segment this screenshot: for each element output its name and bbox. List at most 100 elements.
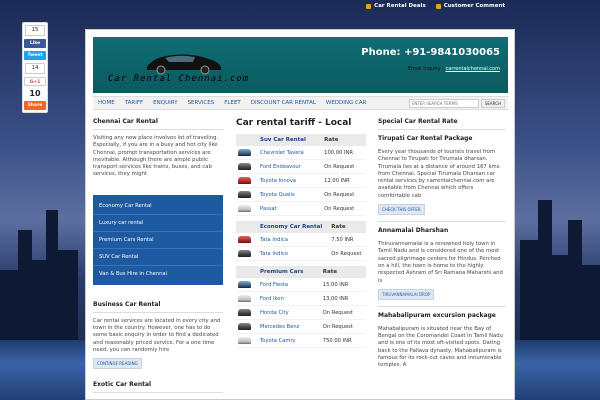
search-button[interactable]: SEARCH [480, 98, 505, 108]
car-rental-deals-link[interactable]: Car Rental Deals [366, 3, 426, 9]
nav-enquiry[interactable]: ENQUIRY [148, 100, 182, 106]
share-count: 10 [29, 89, 41, 98]
premium-table-header: Premium Cars [258, 266, 321, 278]
google-plus-button[interactable]: G+1 [24, 77, 46, 86]
car-thumbnail [238, 250, 251, 257]
mahabalipuram-package-title: Mahabalipuram excursion package [378, 311, 496, 319]
table-row: Toyota Camry 750.00 INR [236, 333, 366, 348]
car-name[interactable]: Ford Ikon [258, 291, 321, 306]
table-row: Ford Fiesta 15.00 INR [236, 278, 366, 292]
economy-table-header: Economy Car Rental [258, 221, 330, 233]
main-container: Car Rental Chennai.com Phone: +91-984103… [85, 29, 515, 400]
suv-table-header: Suv Car Rental [258, 134, 323, 146]
menu-premium-cars-rental[interactable]: Premium Cars Rental [93, 232, 223, 249]
tiruvannamalai-drop-button[interactable]: TIRUVANNAMALAI DROP [378, 288, 435, 300]
nav-discount-car-rental[interactable]: DISCOUNT CAR RENTAL [246, 100, 321, 106]
car-thumbnail [238, 191, 251, 198]
nav-wedding-car[interactable]: WEDDING CAR [321, 100, 372, 106]
car-name[interactable]: Ford Endeavour [258, 159, 323, 174]
middle-column: Car rental tariff - Local Suv Car Rental… [236, 118, 366, 353]
car-thumbnail [238, 295, 251, 302]
social-share-bar: 15 Like Tweet 14 G+1 10 Share [22, 22, 48, 113]
nav-fleet[interactable]: FLEET [219, 100, 246, 106]
rss-icon [435, 3, 441, 9]
like-count: 15 [25, 25, 45, 36]
car-rate: 12.00 INR [322, 173, 366, 188]
rate-header: Rate [322, 134, 366, 146]
table-row: Ford Endeavour On Request [236, 159, 366, 174]
car-rate: 15.00 INR [320, 278, 366, 292]
car-name[interactable]: Ford Fiesta [258, 278, 321, 292]
mahabalipuram-package-text: Mahabalipuram is situated near the Bay o… [378, 325, 503, 369]
car-rate: 13.00 INR [320, 291, 366, 306]
header-email: Email Inquiry : carrentalchennai.com [408, 66, 500, 72]
car-name[interactable]: Tata Indico [258, 246, 330, 261]
car-name[interactable]: Toyota Camry [258, 333, 321, 348]
rss-icon [366, 3, 372, 9]
car-thumbnail [238, 205, 251, 212]
annamalai-package-title: Annamalai Dharshan [378, 227, 449, 235]
rate-header: Rate [320, 266, 366, 278]
car-name[interactable]: Passat [258, 201, 323, 216]
nav-home[interactable]: HOME [93, 100, 120, 106]
tweet-count: 14 [25, 63, 45, 74]
car-name[interactable]: Chevrolet Tavera [258, 146, 323, 160]
special-rate-title: Special Car Rental Rate [378, 118, 506, 130]
table-row: Honda City On Request [236, 305, 366, 320]
share-button[interactable]: Share [24, 101, 46, 110]
nav-services[interactable]: SERVICES [183, 100, 220, 106]
email-link[interactable]: carrentalchennai.com [446, 66, 500, 72]
business-car-rental-title: Business Car Rental [93, 301, 223, 313]
top-links: Car Rental Deals Customer Comment [366, 3, 505, 9]
car-rate: On Request [322, 187, 366, 202]
business-car-rental-text: Car rental services are located in every… [93, 317, 221, 353]
car-thumbnail [238, 309, 251, 316]
menu-luxury-car-rental[interactable]: Luxury car rental [93, 215, 223, 232]
annamalai-package-text: Thiruvannamalai is a renowned holy town … [378, 241, 503, 284]
car-name[interactable]: Toyota Qualis [258, 187, 323, 202]
nav-tariff[interactable]: TARIFF [120, 100, 148, 106]
car-rate: On Request [322, 201, 366, 216]
car-thumbnail [238, 236, 251, 243]
menu-van-bus-hire[interactable]: Van & Bus Hire in Chennai [93, 266, 223, 282]
car-rate: On Request [320, 305, 366, 320]
left-column: Chennai Car Rental Visiting any new plac… [93, 118, 223, 398]
car-thumbnail [238, 163, 251, 170]
chennai-car-rental-title: Chennai Car Rental [93, 118, 223, 130]
table-row: Chevrolet Tavera 100.00 INR [236, 146, 366, 160]
car-rate: On Request [320, 319, 366, 334]
search-input[interactable] [408, 98, 479, 108]
header-phone: Phone: +91-9841030065 [361, 47, 500, 58]
rate-header: Rate [329, 221, 366, 233]
table-row: Tata Indica 7.50 INR [236, 233, 366, 247]
menu-suv-car-rental[interactable]: SUV Car Rental [93, 249, 223, 266]
car-thumbnail [238, 323, 251, 330]
annamalai-package: Annamalai Dharshan Thiruvannamalai is a … [378, 221, 506, 300]
menu-economy-car-rental[interactable]: Economy Car Rental [93, 198, 223, 215]
car-thumbnail [238, 149, 251, 156]
right-column: Special Car Rental Rate Tirupati Car Ren… [378, 118, 506, 376]
suv-tariff-table: Suv Car Rental Rate Chevrolet Tavera 100… [236, 134, 366, 216]
car-name[interactable]: Honda City [258, 305, 321, 320]
car-rate: 100.00 INR [322, 146, 366, 160]
customer-comment-link[interactable]: Customer Comment [435, 3, 505, 9]
exotic-car-rental-title: Exotic Car Rental [93, 381, 223, 394]
car-rate: On Request [329, 246, 366, 261]
main-nav: HOME TARIFF ENQUIRY SERVICES FLEET DISCO… [93, 96, 508, 110]
check-offer-button[interactable]: CHECK THIS OFFER [378, 204, 425, 216]
tirupati-package: Tirupati Car Rental Package Every year t… [378, 135, 506, 216]
tweet-button[interactable]: Tweet [24, 51, 46, 60]
table-row: Passat On Request [236, 201, 366, 216]
page-title: Car rental tariff - Local [236, 118, 352, 128]
car-category-menu: Economy Car Rental Luxury car rental Pre… [93, 194, 223, 285]
car-thumbnail [238, 337, 251, 344]
site-logo-text[interactable]: Car Rental Chennai.com [108, 74, 249, 84]
mahabalipuram-package: Mahabalipuram excursion package Mahabali… [378, 305, 506, 370]
car-name[interactable]: Tata Indica [258, 233, 330, 247]
table-row: Ford Ikon 13.00 INR [236, 291, 366, 306]
table-row: Mercedes Benz On Request [236, 319, 366, 334]
facebook-like-button[interactable]: Like [24, 39, 46, 48]
car-name[interactable]: Mercedes Benz [258, 319, 321, 334]
car-name[interactable]: Toyota Innova [258, 173, 323, 188]
continue-reading-button[interactable]: CONTINUE READING [93, 358, 142, 370]
